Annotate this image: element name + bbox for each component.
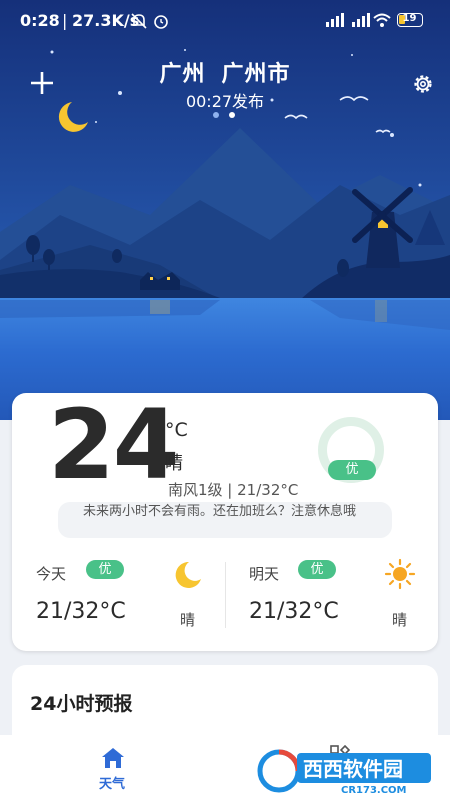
location-title[interactable]: 广州 广州市 xyxy=(0,56,450,88)
sun-icon xyxy=(384,558,416,590)
site-watermark: 西西软件园 CR173.COM xyxy=(255,747,433,796)
today-aqi-badge: 优 xyxy=(86,560,124,579)
current-weather-card: 24 °C 晴 南风1级 | 21/32°C 优 未来两小时不会有雨。还在加班么… xyxy=(12,393,438,651)
moon-icon xyxy=(58,102,88,132)
page-indicator xyxy=(213,112,243,120)
rain-tip: 未来两小时不会有雨。还在加班么？注意休息哦 xyxy=(58,502,392,538)
status-bar: 0:28 | 27.3K/s 19 xyxy=(0,0,450,40)
nav-weather-label[interactable]: 天气 xyxy=(99,773,125,792)
province-name: 广州 xyxy=(159,62,206,87)
status-time: 0:28 xyxy=(20,11,60,30)
wind-and-range: 南风1级 | 21/32°C xyxy=(168,481,299,499)
today-condition: 晴 xyxy=(180,611,196,629)
current-temperature: 24 xyxy=(48,389,180,501)
alarm-icon xyxy=(154,15,168,29)
today-label: 今天 xyxy=(36,565,67,583)
page-dot-1 xyxy=(213,112,219,118)
hourly-forecast-title: 24小时预报 xyxy=(30,693,133,715)
watermark-domain: CR173.COM xyxy=(341,785,407,795)
watermark-brand: 西西软件园 xyxy=(303,757,403,781)
city-name: 广州市 xyxy=(221,62,291,87)
aqi-badge[interactable]: 优 xyxy=(328,460,376,480)
page-dot-2-active xyxy=(229,112,235,118)
signal-2-icon xyxy=(352,13,370,27)
bell-muted-icon xyxy=(131,13,147,29)
tomorrow-condition: 晴 xyxy=(392,611,408,629)
today-temp-range: 21/32°C xyxy=(36,599,126,624)
weather-scene: 0:28 | 27.3K/s 19 广州 广州市 00:27发布 xyxy=(0,0,450,420)
status-separator: | xyxy=(62,11,68,30)
battery-level: 19 xyxy=(402,13,417,24)
moon-icon xyxy=(175,561,201,588)
signal-1-icon xyxy=(326,13,344,27)
tomorrow-temp-range: 21/32°C xyxy=(249,599,339,624)
home-icon[interactable] xyxy=(101,747,125,769)
watermark-logo: 西西软件园 CR173.COM xyxy=(257,749,431,796)
tomorrow-aqi-badge: 优 xyxy=(298,560,336,579)
wifi-icon xyxy=(373,13,391,27)
temperature-unit: °C xyxy=(165,419,188,441)
day-divider xyxy=(225,562,226,628)
current-condition: 晴 xyxy=(165,453,183,474)
battery-icon: 19 xyxy=(397,13,423,27)
tomorrow-label: 明天 xyxy=(249,565,280,583)
